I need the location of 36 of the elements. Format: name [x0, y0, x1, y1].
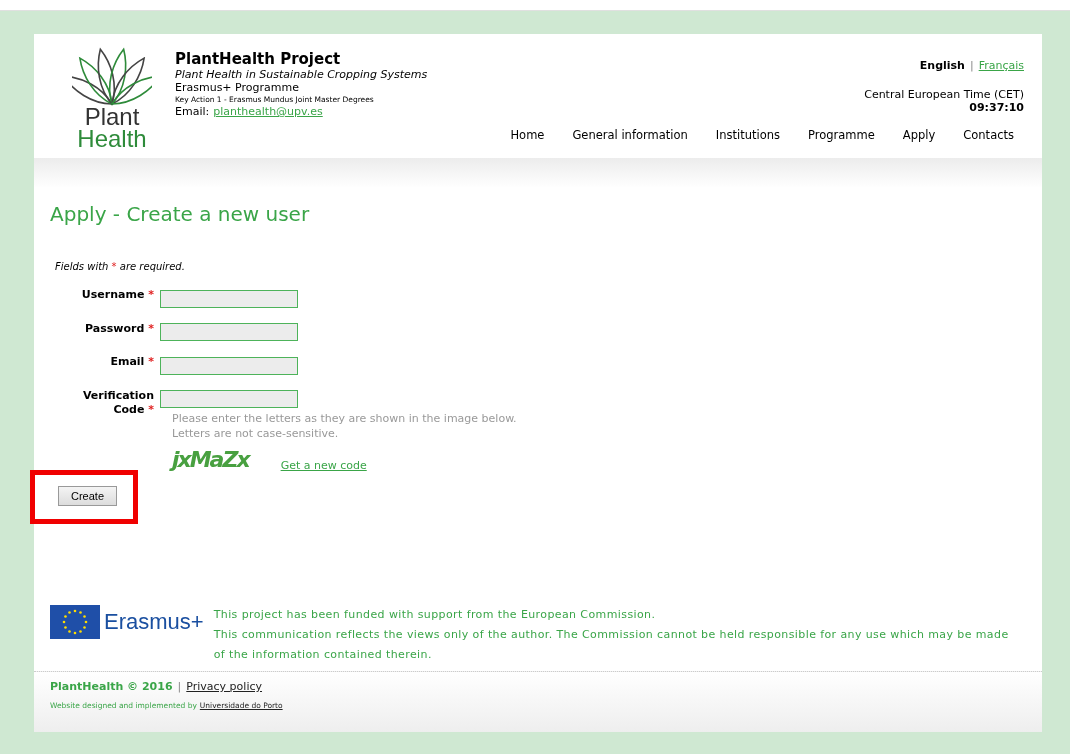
required-note: Fields with * are required.: [55, 261, 186, 272]
timezone-text: Central European Time (CET): [864, 88, 1024, 101]
input-field[interactable]: [160, 289, 298, 308]
nav-link[interactable]: Home: [510, 128, 545, 142]
nav-link[interactable]: Institutions: [715, 128, 780, 142]
nav-link[interactable]: Apply: [902, 128, 936, 142]
input-field[interactable]: [160, 323, 298, 341]
create-button[interactable]: Create: [58, 485, 118, 506]
logo-text: Plant: [84, 106, 140, 128]
site-subtitle: Plant Health in Sustainable Cropping Systems: [175, 68, 428, 81]
nav-link[interactable]: General information: [572, 128, 688, 142]
nav-link[interactable]: Contacts: [963, 128, 1014, 142]
leaf-icon: [72, 46, 152, 106]
page-title: Apply - Create a new user: [50, 202, 311, 226]
field-label: Email *: [109, 355, 155, 370]
clock-time: 09:37:10: [969, 101, 1024, 114]
field-label: Password *: [84, 321, 155, 337]
separator: |: [969, 59, 974, 72]
email-label: Email:: [175, 105, 210, 118]
eu-flag-icon: [50, 605, 100, 639]
input-field[interactable]: [160, 390, 298, 408]
logo-text: Erasmus+: [104, 609, 204, 635]
separator: |: [177, 680, 182, 693]
input-field[interactable]: [160, 356, 298, 375]
site-title: PlantHealth Project: [175, 50, 342, 68]
language-link[interactable]: English: [919, 59, 965, 72]
funding-text: This communication reflects the views only of the author. The Commission cannot be held responsible for any use which may be made of the information contained therein.: [213, 627, 1010, 663]
privacy-link[interactable]: Privacy policy: [186, 680, 262, 693]
field-label: Username *: [80, 288, 155, 303]
logo-text: Health: [77, 128, 147, 150]
field-label: Verification Code *: [81, 388, 155, 417]
nav-link[interactable]: Programme: [808, 128, 875, 142]
hint-text: Please enter the letters as they are shown in the image below. Letters are not case-sensitive.: [172, 410, 518, 441]
programme-text: Erasmus+ Programme: [175, 81, 300, 94]
funding-text: This project has been funded with support from the European Commission.: [213, 607, 657, 623]
copyright-text: PlantHealth © 2016: [50, 680, 173, 693]
